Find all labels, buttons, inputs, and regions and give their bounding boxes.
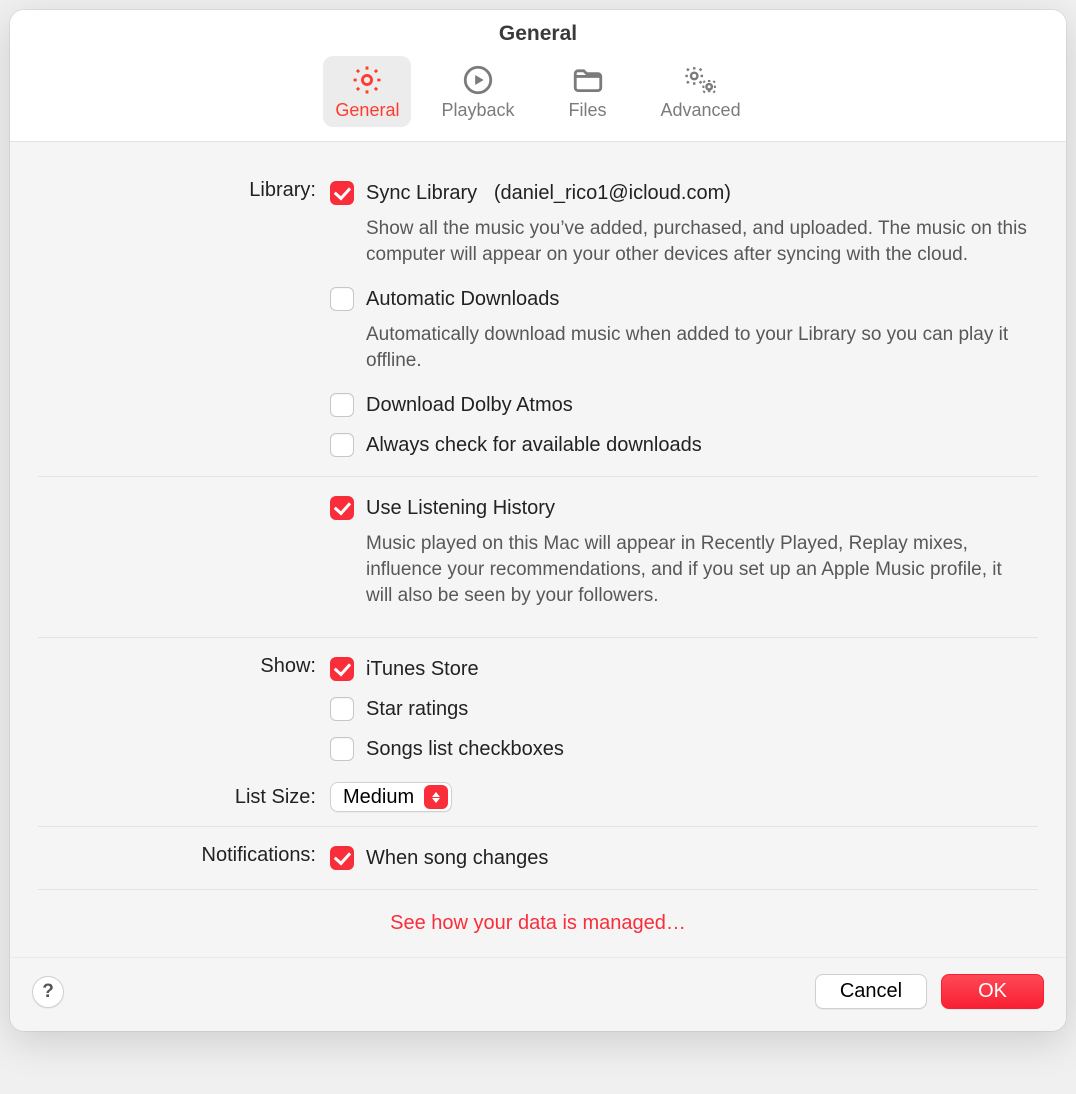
cancel-button[interactable]: Cancel — [815, 974, 927, 1009]
list-size-select[interactable]: Medium — [330, 782, 452, 812]
library-label: Library: — [38, 176, 330, 204]
tab-general[interactable]: General — [323, 56, 411, 127]
tab-label: General — [335, 100, 399, 121]
preferences-window: General General Playback — [10, 10, 1066, 1031]
help-button[interactable]: ? — [32, 976, 64, 1008]
window-title: General — [10, 10, 1066, 52]
automatic-downloads-desc: Automatically download music when added … — [366, 322, 1028, 374]
footer: ? Cancel OK — [10, 957, 1066, 1031]
tab-playback[interactable]: Playback — [429, 56, 526, 127]
star-ratings-label: Star ratings — [366, 695, 468, 723]
star-ratings-checkbox[interactable] — [330, 697, 354, 721]
download-dolby-label: Download Dolby Atmos — [366, 391, 573, 419]
songs-list-checkboxes-checkbox[interactable] — [330, 737, 354, 761]
automatic-downloads-label: Automatic Downloads — [366, 285, 559, 313]
show-label: Show: — [38, 652, 330, 680]
itunes-store-label: iTunes Store — [366, 655, 479, 683]
updown-icon — [424, 785, 448, 809]
gear-icon — [350, 62, 384, 98]
listening-history-label: Use Listening History — [366, 494, 555, 522]
list-size-label: List Size: — [38, 783, 330, 811]
listening-history-checkbox[interactable] — [330, 496, 354, 520]
play-circle-icon — [461, 62, 495, 98]
sync-library-label: Sync Library — [366, 182, 477, 204]
tab-label: Advanced — [661, 100, 741, 121]
automatic-downloads-checkbox[interactable] — [330, 287, 354, 311]
notifications-label: Notifications: — [38, 841, 330, 869]
listening-history-desc: Music played on this Mac will appear in … — [366, 531, 1028, 609]
content-pane: Library: Sync Library (daniel_rico1@iclo… — [10, 142, 1066, 957]
songs-list-checkboxes-label: Songs list checkboxes — [366, 735, 564, 763]
itunes-store-checkbox[interactable] — [330, 657, 354, 681]
sync-library-account: (daniel_rico1@icloud.com) — [494, 182, 731, 204]
tab-label: Files — [569, 100, 607, 121]
gears-icon — [682, 62, 720, 98]
check-downloads-label: Always check for available downloads — [366, 431, 702, 459]
ok-button[interactable]: OK — [941, 974, 1044, 1009]
tab-files[interactable]: Files — [545, 56, 631, 127]
download-dolby-checkbox[interactable] — [330, 393, 354, 417]
check-downloads-checkbox[interactable] — [330, 433, 354, 457]
list-size-value: Medium — [343, 786, 424, 809]
song-changes-label: When song changes — [366, 844, 548, 872]
data-managed-link[interactable]: See how your data is managed… — [390, 912, 686, 934]
tab-label: Playback — [441, 100, 514, 121]
song-changes-checkbox[interactable] — [330, 846, 354, 870]
toolbar: General Playback Files — [10, 52, 1066, 142]
sync-library-desc: Show all the music you’ve added, purchas… — [366, 216, 1028, 268]
sync-library-checkbox[interactable] — [330, 181, 354, 205]
folder-icon — [571, 62, 605, 98]
tab-advanced[interactable]: Advanced — [649, 56, 753, 127]
